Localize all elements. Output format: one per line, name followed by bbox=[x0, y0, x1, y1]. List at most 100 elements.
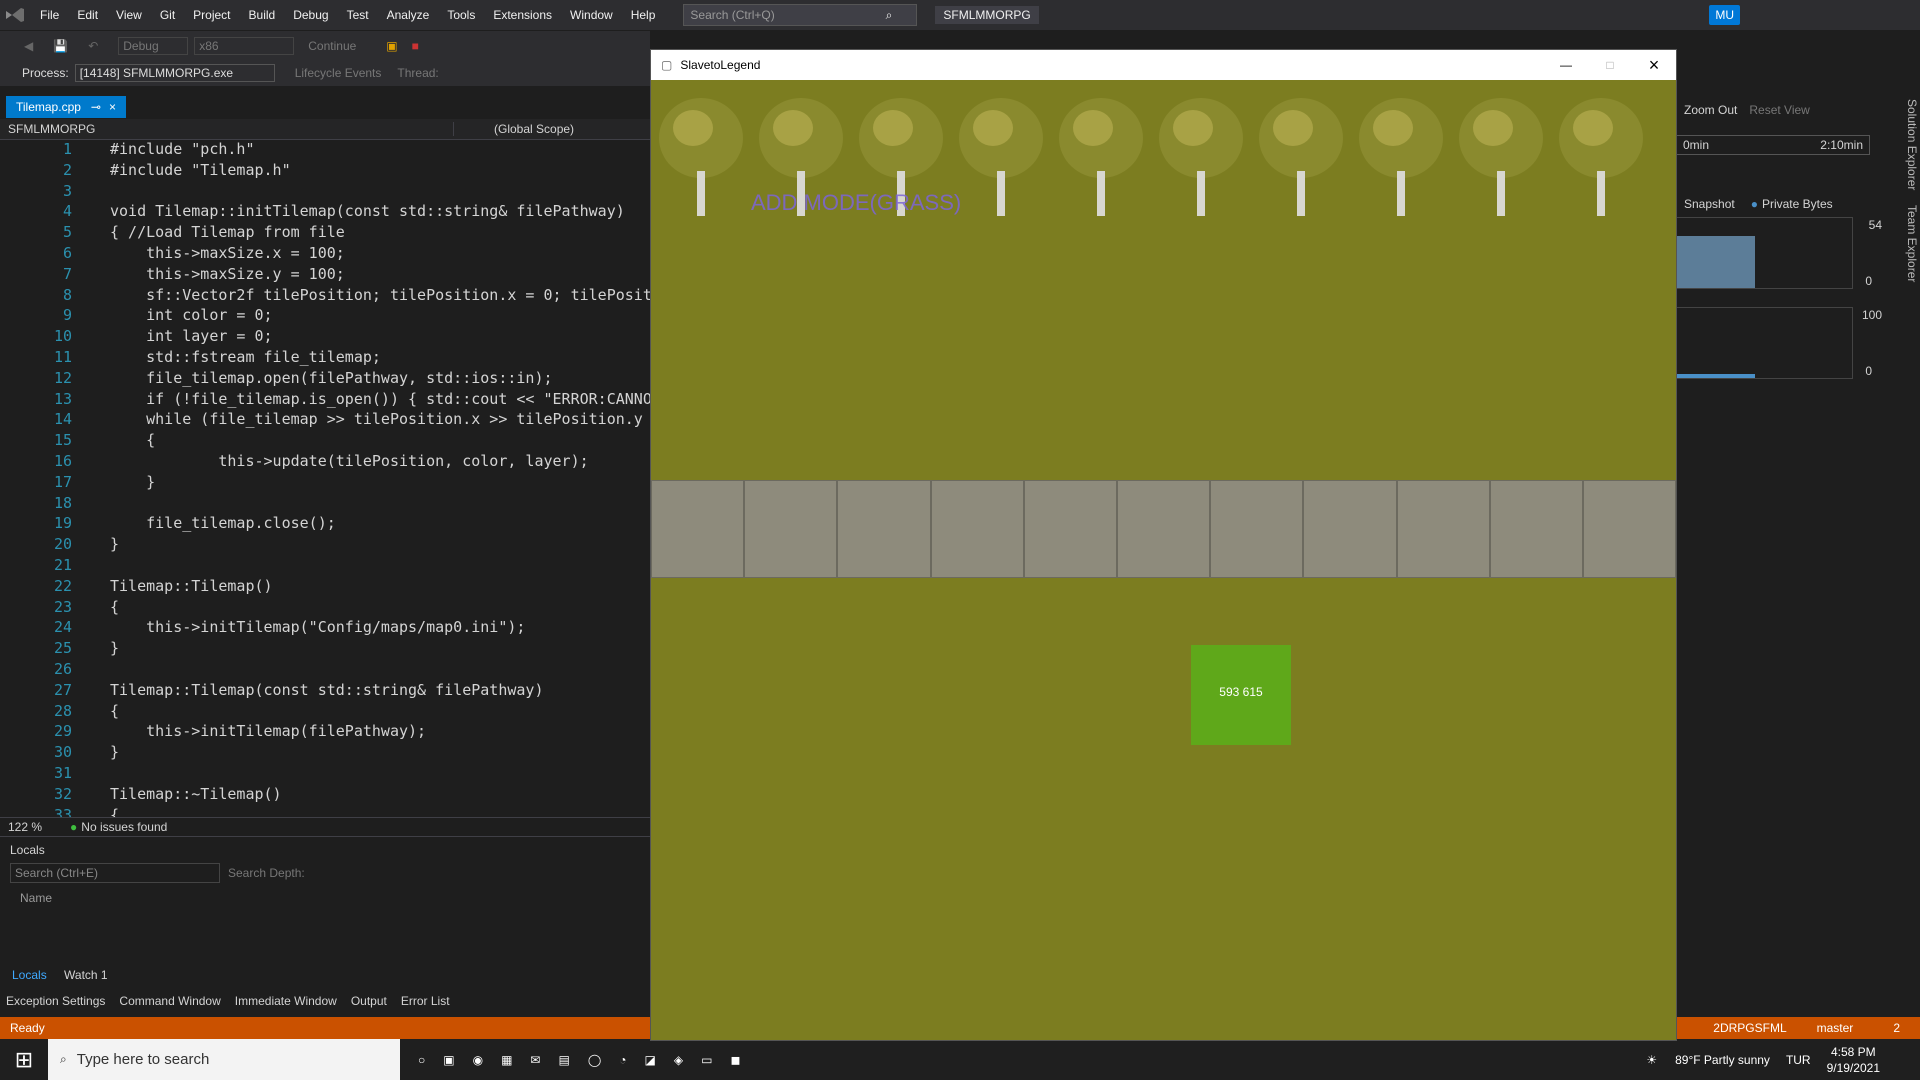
tab-exception-settings[interactable]: Exception Settings bbox=[6, 994, 105, 1008]
undo-icon[interactable]: ↶ bbox=[88, 39, 98, 53]
menu-git[interactable]: Git bbox=[160, 8, 175, 22]
code-line[interactable]: 24 this->initTilemap("Config/maps/map0.i… bbox=[0, 618, 650, 639]
global-scope-dropdown[interactable]: (Global Scope) bbox=[454, 122, 574, 136]
stone-tile[interactable] bbox=[1023, 480, 1117, 578]
selected-grass-tile[interactable]: 593 615 bbox=[1191, 645, 1291, 745]
menu-debug[interactable]: Debug bbox=[293, 8, 328, 22]
code-line[interactable]: 5 { //Load Tilemap from file bbox=[0, 223, 650, 244]
code-line[interactable]: 12 file_tilemap.open(filePathway, std::i… bbox=[0, 369, 650, 390]
tab-immediate-window[interactable]: Immediate Window bbox=[235, 994, 337, 1008]
stone-tile[interactable] bbox=[930, 480, 1024, 578]
code-line[interactable]: 8 sf::Vector2f tilePosition; tilePositio… bbox=[0, 286, 661, 307]
code-line[interactable]: 6 this->maxSize.x = 100; bbox=[0, 244, 650, 265]
code-line[interactable]: 2 #include "Tilemap.h" bbox=[0, 161, 650, 182]
menu-edit[interactable]: Edit bbox=[77, 8, 98, 22]
language[interactable]: TUR bbox=[1786, 1053, 1811, 1067]
stone-tile[interactable] bbox=[1210, 480, 1304, 578]
solution-explorer-tab[interactable]: Solution Explorer bbox=[1905, 99, 1919, 190]
terminal-icon[interactable]: ▭ bbox=[701, 1053, 712, 1067]
stone-tile[interactable] bbox=[1582, 480, 1677, 578]
continue-button[interactable]: Continue bbox=[308, 39, 356, 53]
code-line[interactable]: 9 int color = 0; bbox=[0, 306, 650, 327]
lifecycle-events[interactable]: Lifecycle Events bbox=[295, 66, 382, 80]
minimize-button[interactable]: — bbox=[1544, 58, 1588, 72]
menu-file[interactable]: File bbox=[40, 8, 59, 22]
tab-command-window[interactable]: Command Window bbox=[119, 994, 220, 1008]
tab-tilemap-cpp[interactable]: Tilemap.cpp ⊸ × bbox=[6, 96, 126, 118]
menu-extensions[interactable]: Extensions bbox=[493, 8, 552, 22]
code-line[interactable]: 13 if (!file_tilemap.is_open()) { std::c… bbox=[0, 390, 661, 411]
visual-studio-icon[interactable]: ◈ bbox=[674, 1053, 683, 1067]
game-window[interactable]: ▢ SlavetoLegend — □ × ADD MODE(GRASS) 59… bbox=[650, 49, 1677, 1041]
mail-icon[interactable]: ✉ bbox=[530, 1053, 540, 1067]
configuration-dropdown[interactable]: Debug bbox=[118, 37, 189, 55]
project-scope-dropdown[interactable]: SFMLMMORPG bbox=[0, 122, 454, 136]
tab-watch-1[interactable]: Watch 1 bbox=[64, 968, 108, 982]
taskbar-search[interactable]: ⌕ Type here to search bbox=[48, 1039, 400, 1080]
code-line[interactable]: 30} bbox=[0, 743, 650, 764]
menu-window[interactable]: Window bbox=[570, 8, 613, 22]
menu-build[interactable]: Build bbox=[249, 8, 276, 22]
code-line[interactable]: 3 bbox=[0, 182, 650, 203]
stone-tile[interactable] bbox=[651, 480, 745, 578]
code-line[interactable]: 27 Tilemap::Tilemap(const std::string& fi… bbox=[0, 681, 650, 702]
code-line[interactable]: 26 bbox=[0, 660, 650, 681]
code-line[interactable]: 19 file_tilemap.close(); bbox=[0, 514, 650, 535]
stone-tile[interactable] bbox=[1489, 480, 1583, 578]
menu-project[interactable]: Project bbox=[193, 8, 230, 22]
tab-locals[interactable]: Locals bbox=[12, 968, 47, 982]
code-line[interactable]: 29 this->initTilemap(filePathway); bbox=[0, 722, 650, 743]
close-button[interactable]: × bbox=[1632, 55, 1676, 76]
code-line[interactable]: 31 bbox=[0, 764, 650, 785]
folder-icon[interactable]: ▣ bbox=[386, 39, 397, 53]
code-line[interactable]: 18 bbox=[0, 494, 650, 515]
stone-tile[interactable] bbox=[837, 480, 931, 578]
chrome-icon[interactable]: ◉ bbox=[473, 1053, 483, 1067]
game-window-icon[interactable]: ◼ bbox=[730, 1053, 740, 1067]
explorer-icon[interactable]: ▤ bbox=[558, 1053, 569, 1067]
menu-test[interactable]: Test bbox=[347, 8, 369, 22]
windows-start-icon[interactable]: ⊞ bbox=[0, 1047, 48, 1073]
tab-output[interactable]: Output bbox=[351, 994, 387, 1008]
stone-tile[interactable] bbox=[1303, 480, 1397, 578]
code-line[interactable]: 23 { bbox=[0, 598, 650, 619]
close-icon[interactable]: × bbox=[109, 100, 116, 114]
tab-error-list[interactable]: Error List bbox=[401, 994, 450, 1008]
locals-search-input[interactable]: Search (Ctrl+E) bbox=[10, 863, 220, 883]
code-line[interactable]: 22 Tilemap::Tilemap() bbox=[0, 577, 650, 598]
store-icon[interactable]: ▦ bbox=[501, 1053, 512, 1067]
back-icon[interactable]: ◀ bbox=[24, 39, 33, 53]
zoom-level[interactable]: 122 % bbox=[8, 820, 42, 834]
process-dropdown[interactable]: [14148] SFMLMMORPG.exe bbox=[74, 64, 275, 82]
stone-tile[interactable] bbox=[1396, 480, 1490, 578]
code-line[interactable]: 15 { bbox=[0, 431, 650, 452]
code-line[interactable]: 4 void Tilemap::initTilemap(const std::st… bbox=[0, 202, 650, 223]
zoom-out-button[interactable]: Zoom Out bbox=[1684, 103, 1737, 117]
timeline[interactable]: 0min 2:10min bbox=[1676, 135, 1870, 155]
platform-dropdown[interactable]: x86 bbox=[194, 37, 295, 55]
code-line[interactable]: 20} bbox=[0, 535, 650, 556]
task-view-icon[interactable]: ▣ bbox=[443, 1053, 454, 1067]
stone-tile[interactable] bbox=[744, 480, 838, 578]
office-icon[interactable]: ◪ bbox=[645, 1053, 656, 1067]
save-icon[interactable]: 💾 bbox=[53, 39, 68, 53]
menu-view[interactable]: View bbox=[116, 8, 142, 22]
opera-icon[interactable]: ◯ bbox=[588, 1053, 601, 1067]
code-line[interactable]: 10 int layer = 0; bbox=[0, 327, 650, 348]
pin-icon[interactable]: ⊸ bbox=[91, 100, 101, 114]
code-line[interactable]: 14 while (file_tilemap >> tilePosition.x… bbox=[0, 410, 661, 431]
edge-icon[interactable]: ◔ bbox=[619, 1053, 626, 1067]
avatar[interactable]: MU bbox=[1709, 5, 1740, 25]
code-line[interactable]: 25} bbox=[0, 639, 650, 660]
code-line[interactable]: 32 Tilemap::~Tilemap() bbox=[0, 785, 650, 806]
cortana-icon[interactable]: ○ bbox=[418, 1053, 425, 1067]
branch-name[interactable]: master bbox=[1817, 1021, 1854, 1035]
search-box[interactable]: Search (Ctrl+Q) ⌕ bbox=[683, 4, 918, 26]
team-explorer-tab[interactable]: Team Explorer bbox=[1905, 205, 1919, 282]
menu-tools[interactable]: Tools bbox=[447, 8, 475, 22]
project-branch[interactable]: 2DRPGSFML bbox=[1713, 1021, 1786, 1035]
code-editor[interactable]: 1 #include "pch.h" 2 #include "Tilemap.h" 3 4… bbox=[0, 140, 661, 824]
stop-icon[interactable]: ■ bbox=[412, 39, 419, 53]
notification-count[interactable]: 2 bbox=[1893, 1021, 1900, 1035]
code-line[interactable]: 7 this->maxSize.y = 100; bbox=[0, 265, 650, 286]
